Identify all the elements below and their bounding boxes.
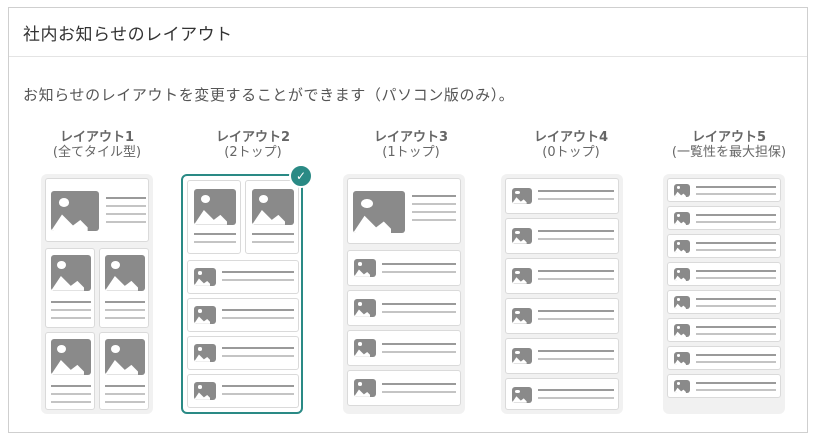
preview-tile [667,206,781,230]
preview-tile [245,180,299,254]
preview-tile [347,370,461,406]
image-icon [252,189,294,225]
image-icon [354,339,376,357]
layout-option-label: レイアウト4 [533,130,609,145]
image-icon [105,255,145,291]
preview-tile [99,332,149,410]
layout-option-subtitle: (全てタイル型) [52,145,142,160]
image-icon [354,299,376,317]
layout-option-1[interactable]: レイアウト1 (全てタイル型) [29,130,165,414]
preview-tile [667,262,781,286]
layout-option-subtitle: (1トップ) [382,145,440,160]
image-icon [674,212,690,225]
image-icon [674,184,690,197]
preview-tile [667,178,781,202]
image-icon [194,344,216,362]
check-icon: ✓ [289,164,313,188]
layout-option-4[interactable]: レイアウト4 (0トップ) [501,130,639,414]
image-icon [512,348,532,364]
preview-tile [505,378,619,410]
image-icon [674,296,690,309]
preview-tile [667,346,781,370]
layout-preview-card[interactable] [501,174,623,414]
image-icon [354,259,376,277]
preview-tile [187,260,299,294]
image-icon [674,268,690,281]
preview-tile [187,336,299,370]
layout-settings-panel: 社内お知らせのレイアウト お知らせのレイアウトを変更することができます（パソコン… [8,7,808,433]
image-icon [51,255,91,291]
layout-preview-card[interactable] [41,174,153,414]
preview-tile [347,250,461,286]
preview-tile [667,374,781,398]
layout-option-subtitle: (2トップ) [224,145,282,160]
preview-tile [505,338,619,374]
image-icon [674,324,690,337]
preview-tile [187,374,299,408]
preview-tile [667,290,781,314]
layout-option-label: レイアウト5 [691,130,767,145]
layout-option-5[interactable]: レイアウト5 (一覧性を最大担保) [661,130,797,414]
preview-tile [99,248,149,328]
image-icon [674,352,690,365]
layout-option-3[interactable]: レイアウト3 (1トップ) [343,130,479,414]
image-icon [674,380,690,393]
preview-tile [45,248,95,328]
image-icon [194,306,216,324]
preview-tile [347,330,461,366]
image-icon [512,308,532,324]
layout-option-subtitle: (0トップ) [542,145,600,160]
preview-tile [505,218,619,254]
layout-preview-card[interactable] [343,174,465,414]
image-icon [194,382,216,400]
preview-tile [505,178,619,214]
preview-tile [347,178,461,244]
layout-option-2[interactable]: レイアウト2 (2トップ) ✓ [181,130,321,414]
image-icon [354,379,376,397]
layout-option-label: レイアウト1 [59,130,135,145]
panel-title: 社内お知らせのレイアウト [23,25,233,45]
title-divider [9,56,807,57]
image-icon [105,339,145,375]
image-icon [674,240,690,253]
preview-tile [45,178,149,242]
panel-description: お知らせのレイアウトを変更することができます（パソコン版のみ）。 [23,86,515,104]
preview-tile [667,234,781,258]
preview-tile [187,298,299,332]
image-icon [353,191,405,233]
layout-option-subtitle: (一覧性を最大担保) [671,145,787,160]
image-icon [194,268,216,286]
layout-option-label: レイアウト2 [215,130,291,145]
image-icon [512,228,532,244]
preview-tile [667,318,781,342]
image-icon [194,189,236,225]
image-icon [512,188,532,204]
layout-preview-card[interactable] [663,174,785,414]
preview-tile [187,180,241,254]
preview-tile [45,332,95,410]
preview-tile [347,290,461,326]
layout-option-label: レイアウト3 [373,130,449,145]
image-icon [512,387,532,403]
image-icon [51,339,91,375]
image-icon [512,268,532,284]
layout-preview-card-selected[interactable] [181,174,303,414]
image-icon [51,191,99,231]
preview-tile [505,258,619,294]
preview-tile [505,298,619,334]
